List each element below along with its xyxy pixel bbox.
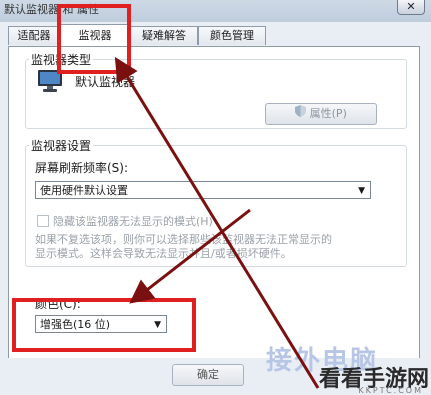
arrow-to-monitor-tab	[114, 56, 320, 389]
site-watermark-sub: KKPTC.COM	[358, 386, 423, 395]
annotation-arrows	[114, 56, 320, 389]
arrow-to-colors	[129, 208, 251, 304]
